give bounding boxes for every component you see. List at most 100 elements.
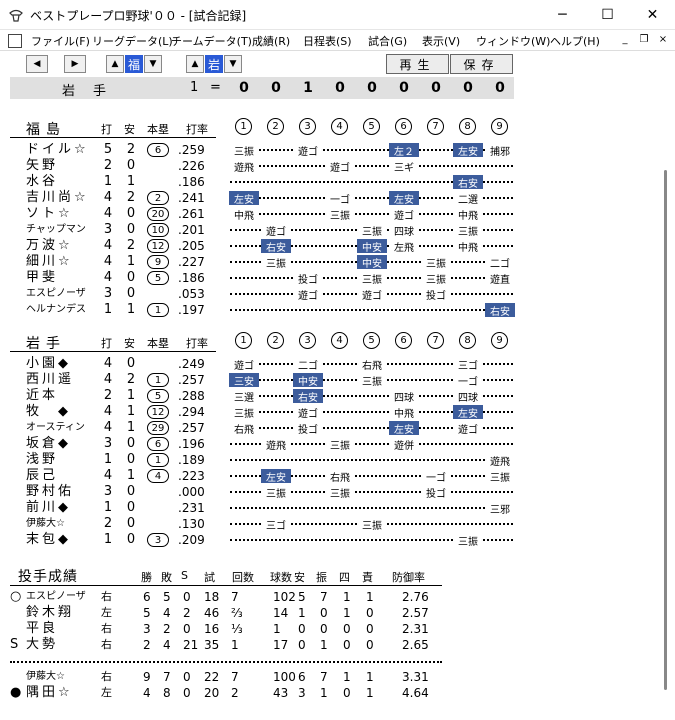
at-bat-result: 右飛 xyxy=(357,357,387,372)
at-bat-result: 三ギ xyxy=(389,159,419,174)
inning-header: 1 xyxy=(235,118,252,135)
dotted-leader xyxy=(230,507,513,509)
batter-name: 万波☆ xyxy=(26,238,73,253)
scoreboard-runs: 1 xyxy=(190,80,199,95)
close-button[interactable]: ✕ xyxy=(630,0,675,30)
header-hr: 本塁 xyxy=(147,123,169,136)
batter-ab: 4 xyxy=(103,270,113,285)
header-avg: 打率 xyxy=(186,337,208,350)
dotted-leader xyxy=(230,459,513,461)
batter-row: 矢野 2 0 .226 遊飛 遊ゴ 三ギ xyxy=(0,158,660,174)
pitcher-strikeouts: 1 xyxy=(320,686,328,700)
away-team-down-button[interactable]: ▼ xyxy=(144,55,162,73)
pitcher-games: 35 xyxy=(204,638,220,652)
menu-view[interactable]: 表示(V) xyxy=(422,33,460,49)
at-bat-result: 捕邪 xyxy=(485,143,515,158)
batter-row: 辰己 4 1 4 .223 左安 右飛 一ゴ 三振 xyxy=(0,468,660,484)
pitcher-innings: 2 xyxy=(231,686,239,700)
at-bat-result: 三振 xyxy=(325,485,355,500)
at-bat-result: 三振 xyxy=(229,143,259,158)
mdi-restore-button[interactable]: ❐ xyxy=(637,33,651,47)
inning-header: 9 xyxy=(491,332,508,349)
pitching-header: 防御率 xyxy=(392,571,425,584)
batter-name: 伊藤大☆ xyxy=(26,518,65,529)
replay-button[interactable]: 再生 xyxy=(386,54,449,74)
decision-mark: S xyxy=(10,637,19,652)
pitcher-strikeouts: 0 xyxy=(320,606,328,620)
batter-ab: 2 xyxy=(103,516,113,531)
batter-hits: 1 xyxy=(126,468,136,483)
at-bat-hit: 左安 xyxy=(261,469,291,484)
pitcher-saves: 21 xyxy=(183,638,199,652)
batter-row: 細川☆ 4 1 9 .227 三振 中安 三振 二ゴ xyxy=(0,254,660,270)
menu-window[interactable]: ウィンドウ(W) xyxy=(476,33,550,49)
inning-score: 0 xyxy=(399,80,409,96)
scoreboard-team: 岩手 xyxy=(62,84,125,99)
prev-game-button[interactable]: ◀ xyxy=(26,55,48,73)
at-bat-result: 投ゴ xyxy=(421,485,451,500)
at-bat-result: 投ゴ xyxy=(293,421,323,436)
home-team-up-button[interactable]: ▲ xyxy=(186,55,204,73)
batter-name: チャップマン xyxy=(26,224,86,235)
pitcher-innings: 7 xyxy=(231,670,239,684)
at-bat-result: 三振 xyxy=(357,271,387,286)
away-team-up-button[interactable]: ▲ xyxy=(106,55,124,73)
batter-avg: .294 xyxy=(178,405,205,419)
document-icon[interactable] xyxy=(8,34,22,48)
minimize-button[interactable]: ─ xyxy=(540,0,585,30)
at-bat-result: 中飛 xyxy=(389,405,419,420)
inning-header: 8 xyxy=(459,332,476,349)
at-bat-hit: 右安 xyxy=(261,239,291,254)
batter-name: 西川遥 xyxy=(26,372,75,387)
inning-header: 6 xyxy=(395,118,412,135)
batter-hits: 0 xyxy=(126,436,136,451)
menu-help[interactable]: ヘルプ(H) xyxy=(550,33,600,49)
batter-name: 浅野 xyxy=(26,452,59,467)
menu-schedule[interactable]: 日程表(S) xyxy=(303,33,352,49)
batter-ab: 4 xyxy=(103,254,113,269)
inning-header: 3 xyxy=(299,332,316,349)
batter-avg: .241 xyxy=(178,191,205,205)
header-hits: 安 xyxy=(124,337,135,350)
at-bat-result: 二選 xyxy=(453,191,483,206)
scoreboard-equals: = xyxy=(210,80,221,95)
pitcher-name: 大勢 xyxy=(26,637,59,652)
pitcher-era: 2.76 xyxy=(402,590,429,604)
inning-header: 7 xyxy=(427,118,444,135)
batter-hits: 0 xyxy=(126,356,136,371)
header-ab: 打 xyxy=(101,123,112,136)
save-button[interactable]: 保存 xyxy=(450,54,513,74)
mdi-close-button[interactable]: × xyxy=(656,33,670,47)
scrollbar[interactable] xyxy=(660,100,675,720)
decision-mark: ● xyxy=(10,685,22,700)
menu-file[interactable]: ファイル(F) xyxy=(31,33,90,49)
pitcher-wins: 9 xyxy=(143,670,151,684)
at-bat-hit: 右安 xyxy=(485,303,515,318)
next-game-button[interactable]: ▶ xyxy=(64,55,86,73)
pitcher-hits: 0 xyxy=(298,622,306,636)
at-bat-result: 投ゴ xyxy=(421,287,451,302)
home-team-down-button[interactable]: ▼ xyxy=(224,55,242,73)
menu-league-data[interactable]: リーグデータ(L) xyxy=(92,33,173,49)
menu-records[interactable]: 成績(R) xyxy=(252,33,290,49)
batter-row: 近本 2 1 5 .288 三選 右安 四球 四球 xyxy=(0,388,660,404)
menu-game[interactable]: 試合(G) xyxy=(368,33,407,49)
batter-row: 小園◆ 4 0 .249 遊ゴ 二ゴ 右飛 三ゴ xyxy=(0,356,660,372)
scrollbar-thumb[interactable] xyxy=(664,170,667,690)
pitcher-earned-runs: 0 xyxy=(366,606,374,620)
batter-ab: 2 xyxy=(103,388,113,403)
batter-hr: 1 xyxy=(147,303,169,317)
batter-hr: 12 xyxy=(147,405,169,419)
batter-avg: .257 xyxy=(178,373,205,387)
maximize-button[interactable]: ☐ xyxy=(585,0,630,30)
pitching-header: 振 xyxy=(316,571,327,584)
at-bat-result: 三振 xyxy=(453,533,483,548)
at-bat-result: 三邪 xyxy=(485,501,515,516)
batter-avg: .000 xyxy=(178,485,205,499)
mdi-minimize-button[interactable]: _ xyxy=(618,33,632,47)
at-bat-hit: 中安 xyxy=(357,239,387,254)
batter-name: 甲斐 xyxy=(26,270,59,285)
at-bat-result: 遊ゴ xyxy=(389,207,419,222)
menu-team-data[interactable]: チームデータ(T) xyxy=(171,33,252,49)
at-bat-result: 三振 xyxy=(261,485,291,500)
